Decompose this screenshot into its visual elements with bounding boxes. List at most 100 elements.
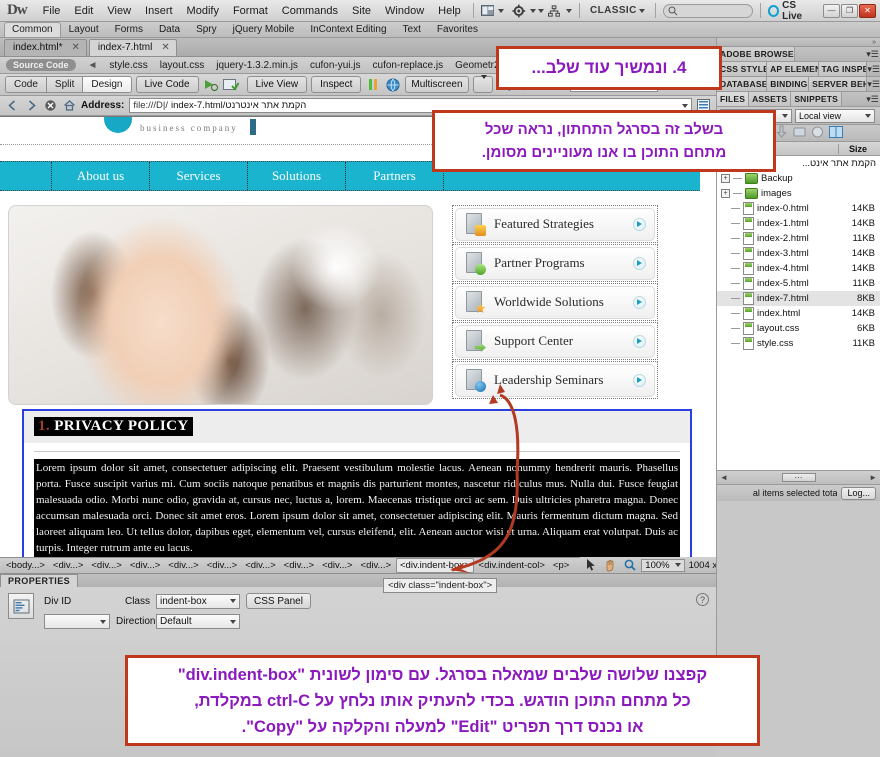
check-in-icon[interactable] [811, 126, 824, 141]
insert-tab-favorites[interactable]: Favorites [429, 22, 486, 37]
tab-bindings[interactable]: BINDINGS [767, 77, 810, 91]
expand-icon[interactable]: + [721, 189, 730, 198]
panel-menu-icon[interactable]: ▾☰ [867, 77, 880, 91]
workspace-switcher[interactable]: CLASSIC [587, 5, 648, 16]
put-files-icon[interactable] [775, 125, 788, 141]
log-button[interactable]: Log... [841, 486, 876, 500]
home-icon[interactable] [62, 99, 76, 113]
tag-div-9[interactable]: <div...> [358, 559, 394, 572]
chevron-right-icon[interactable] [633, 334, 646, 348]
tag-div-4[interactable]: <div...> [165, 559, 201, 572]
search-input[interactable] [662, 3, 753, 18]
insert-tab-layout[interactable]: Layout [61, 22, 107, 37]
related-file-cufon-yui[interactable]: cufon-yui.js [310, 60, 361, 71]
live-view-button[interactable]: Live View [246, 76, 308, 93]
minimize-button[interactable]: — [823, 3, 841, 18]
tab-databases[interactable]: DATABASES [717, 77, 768, 91]
help-icon[interactable]: ? [696, 593, 709, 606]
tab-assets[interactable]: ASSETS [749, 92, 792, 106]
validate-markup-icon[interactable] [222, 77, 239, 92]
related-files-scroll-left-icon[interactable]: ◄ [88, 60, 98, 71]
design-view-canvas[interactable]: business company About us Services Solut… [0, 116, 716, 595]
document-tab-index-html[interactable]: index.html* ✕ [4, 39, 87, 56]
layout-switch-icon[interactable] [479, 3, 497, 19]
related-file-jquery[interactable]: jquery-1.3.2.min.js [216, 60, 298, 71]
zoom-level-select[interactable]: 100% [641, 558, 685, 572]
maximize-button[interactable]: ❐ [841, 3, 859, 18]
select-tool-icon[interactable] [584, 558, 599, 572]
close-icon[interactable]: ✕ [71, 42, 79, 53]
source-code-button[interactable]: Source Code [6, 59, 76, 71]
document-tab-index-7-html[interactable]: index-7.html ✕ [88, 39, 177, 56]
scrollbar-thumb[interactable]: ⋯ [781, 473, 816, 482]
list-item[interactable]: Partner Programs [452, 244, 658, 282]
check-out-icon[interactable] [793, 126, 806, 141]
code-view-button[interactable]: Code [6, 77, 47, 92]
table-row-selected[interactable]: index-7.html 8KB [717, 291, 880, 306]
tag-div-1[interactable]: <div...> [50, 559, 86, 572]
nav-link-solutions[interactable]: Solutions [248, 162, 346, 190]
live-code-button[interactable]: Live Code [135, 76, 199, 93]
hand-tool-icon[interactable] [603, 558, 618, 572]
related-file-style-css[interactable]: style.css [109, 60, 147, 71]
panel-collapse-icon[interactable]: » [717, 38, 880, 47]
scroll-right-icon[interactable]: ► [869, 473, 877, 482]
tab-ap-elements[interactable]: AP ELEMENT [767, 62, 819, 76]
split-view-button[interactable]: Split [46, 77, 84, 92]
tab-css-styles[interactable]: CSS STYLES [717, 62, 768, 76]
tag-div-indent-col[interactable]: <div.indent-col> [476, 559, 548, 572]
stop-icon[interactable] [43, 99, 57, 113]
site-caret-icon[interactable] [566, 8, 573, 13]
chevron-right-icon[interactable] [633, 373, 646, 387]
nav-link-services[interactable]: Services [150, 162, 248, 190]
site-tree-icon[interactable] [546, 3, 562, 19]
address-dropdown-caret-icon[interactable] [682, 103, 688, 108]
menu-item-format[interactable]: Format [226, 3, 275, 19]
tag-div-8[interactable]: <div...> [319, 559, 355, 572]
menu-item-window[interactable]: Window [378, 3, 431, 19]
menu-item-site[interactable]: Site [345, 3, 378, 19]
multiscreen-caret-icon[interactable] [472, 75, 493, 93]
menu-item-view[interactable]: View [100, 3, 138, 19]
globe-icon[interactable] [385, 77, 401, 92]
insert-tab-spry[interactable]: Spry [188, 22, 225, 37]
chevron-right-icon[interactable] [633, 256, 646, 270]
chevron-right-icon[interactable] [633, 217, 646, 231]
scroll-left-icon[interactable]: ◄ [720, 473, 728, 482]
table-row[interactable]: index-2.html 11KB [717, 231, 880, 246]
div-id-select[interactable] [44, 614, 110, 629]
panel-menu-icon[interactable]: ▾☰ [867, 62, 880, 76]
extend-caret-icon[interactable] [537, 8, 544, 13]
menu-item-commands[interactable]: Commands [275, 3, 345, 19]
visual-aids-icon[interactable] [365, 77, 381, 92]
column-header-size[interactable]: Size [838, 143, 880, 154]
insert-tab-text[interactable]: Text [395, 22, 429, 37]
table-row[interactable]: index-0.html 14KB [717, 201, 880, 216]
menu-item-modify[interactable]: Modify [180, 3, 226, 19]
preview-browser-icon[interactable] [203, 77, 219, 92]
table-row[interactable]: index-4.html 14KB [717, 261, 880, 276]
chevron-right-icon[interactable] [633, 295, 646, 309]
view-select[interactable]: Local view [795, 108, 875, 123]
tab-server-behaviors[interactable]: SERVER BEHA [809, 77, 868, 91]
list-item[interactable]: Worldwide Solutions [452, 283, 658, 321]
cs-live-button[interactable]: CS Live [767, 0, 816, 22]
tag-div-7[interactable]: <div...> [281, 559, 317, 572]
tab-adobe-browserlab[interactable]: ADOBE BROWSERLAB [717, 47, 795, 61]
related-file-layout-css[interactable]: layout.css [160, 60, 204, 71]
files-tree[interactable]: הקמת אתר אינט... + Backup + images index… [717, 156, 880, 470]
expand-files-icon[interactable] [829, 125, 843, 141]
table-row[interactable]: index-5.html 11KB [717, 276, 880, 291]
css-panel-button[interactable]: CSS Panel [246, 593, 311, 609]
table-row[interactable]: layout.css 6KB [717, 321, 880, 336]
table-row[interactable]: index-3.html 14KB [717, 246, 880, 261]
direction-select[interactable]: Default [156, 614, 240, 629]
tab-tag-inspector[interactable]: TAG INSPEC [818, 62, 868, 76]
class-select[interactable]: indent-box [156, 593, 240, 609]
tag-body[interactable]: <body...> [3, 559, 48, 572]
tab-files[interactable]: FILES [717, 92, 750, 106]
design-view-button[interactable]: Design [83, 77, 131, 92]
layout-switch-caret-icon[interactable] [498, 8, 505, 13]
forward-icon[interactable] [24, 99, 38, 113]
insert-tab-common[interactable]: Common [4, 22, 61, 37]
